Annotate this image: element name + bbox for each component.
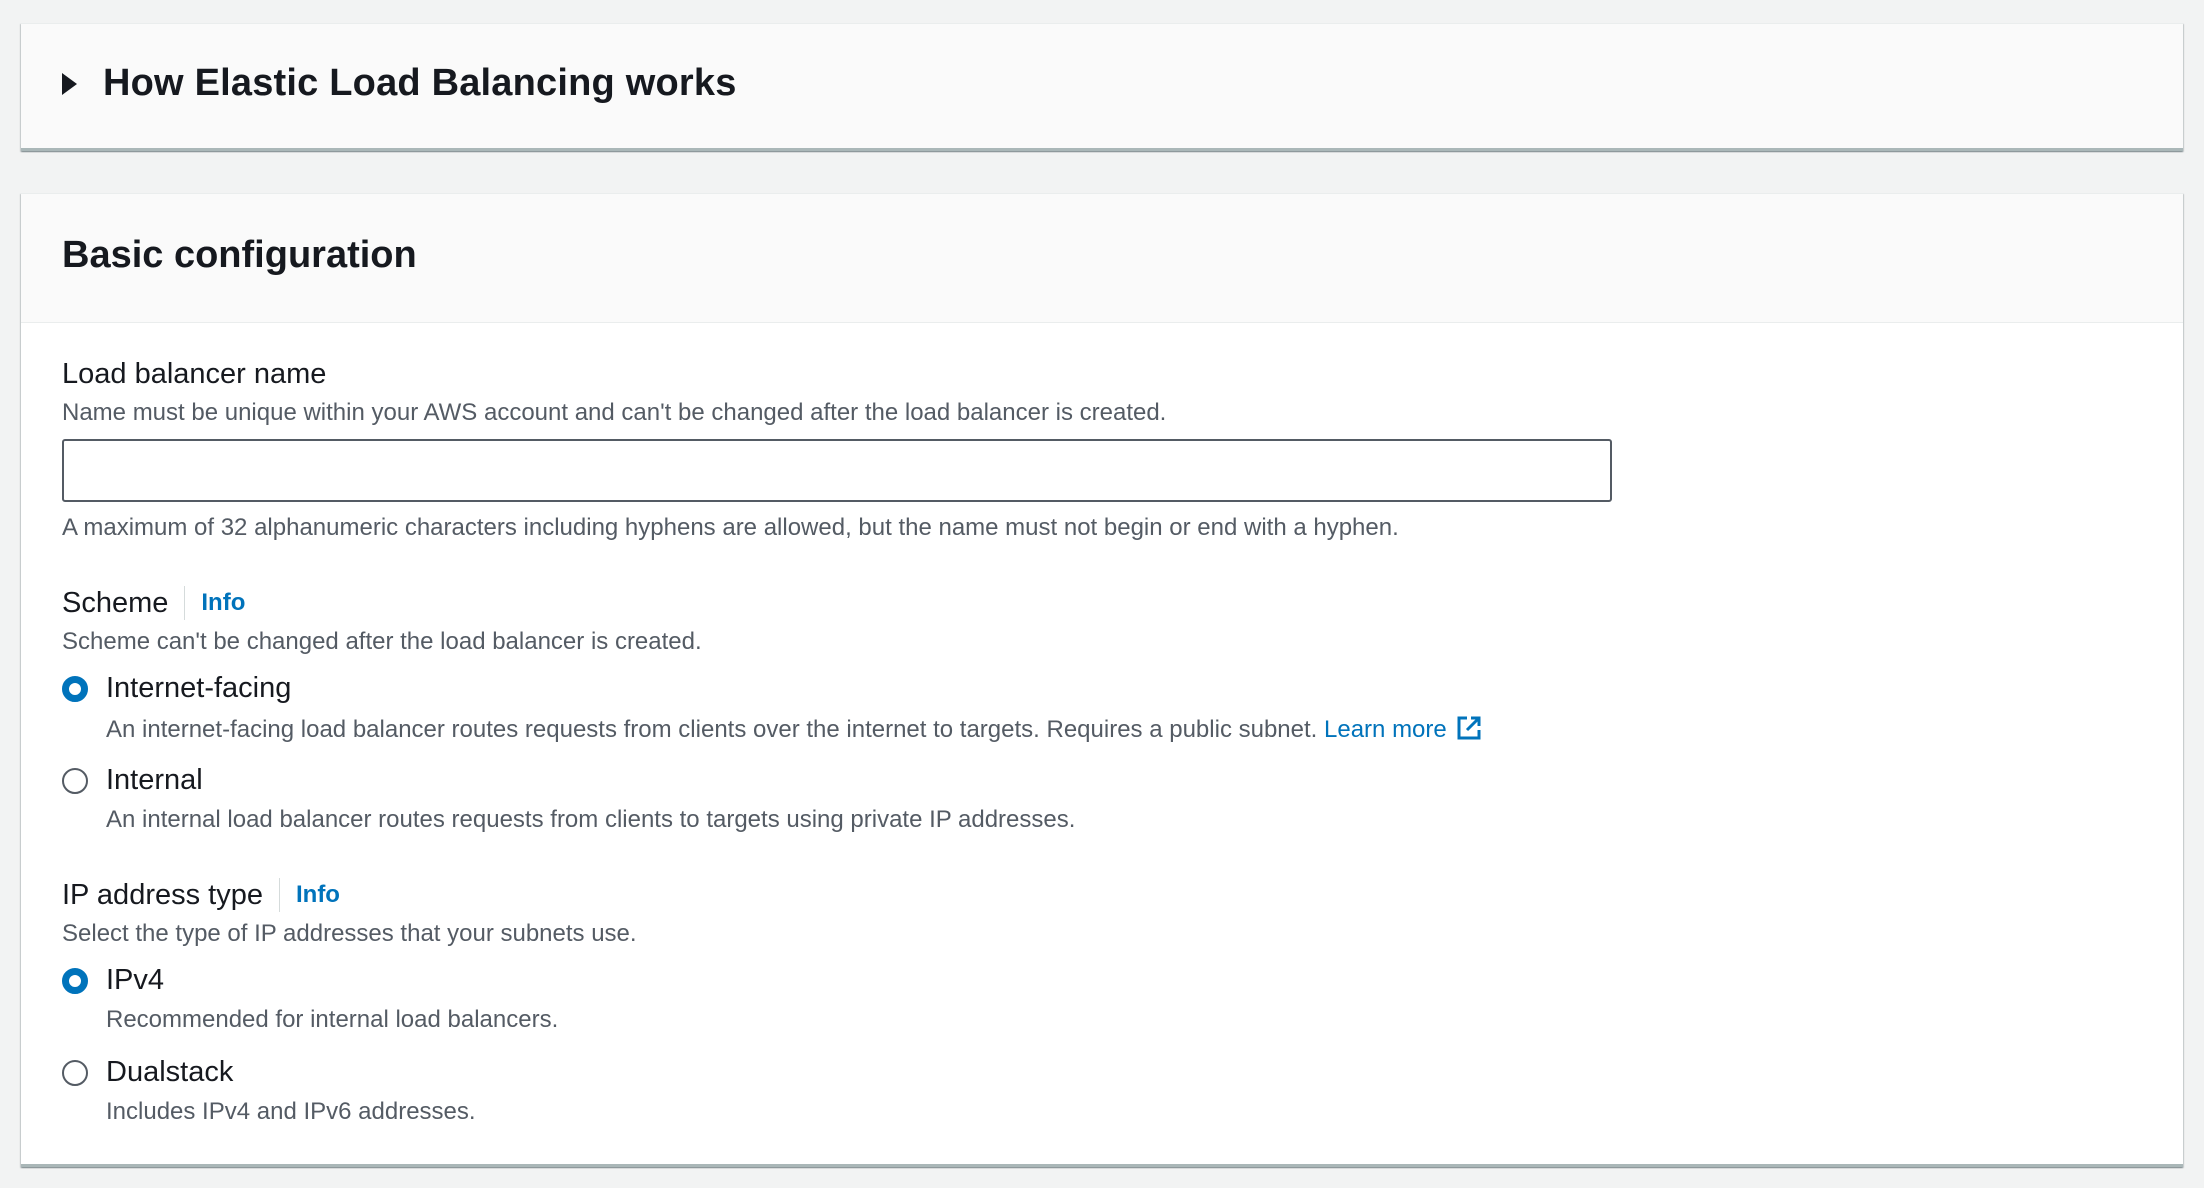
ip-type-info-link[interactable]: Info	[296, 881, 340, 909]
internet-facing-description-text: An internet-facing load balancer routes …	[106, 716, 1318, 743]
ip-type-label: IP address type	[62, 878, 263, 911]
load-balancer-name-input[interactable]	[62, 439, 1612, 502]
ipv4-label: IPv4	[106, 964, 165, 996]
load-balancer-name-description: Name must be unique within your AWS acco…	[62, 399, 1167, 426]
scheme-label: Scheme	[62, 586, 169, 619]
radio-internal[interactable]	[62, 767, 88, 794]
basic-configuration-title: Basic configuration	[62, 234, 417, 276]
basic-configuration-header: Basic configuration	[21, 194, 2183, 323]
how-it-works-expander[interactable]: How Elastic Load Balancing works	[62, 62, 737, 105]
how-it-works-panel: How Elastic Load Balancing works	[21, 23, 2183, 151]
scheme-option-internal[interactable]: Internal	[62, 764, 203, 797]
how-it-works-title: How Elastic Load Balancing works	[103, 62, 737, 104]
learn-more-label: Learn more	[1324, 716, 1447, 743]
dualstack-description: Includes IPv4 and IPv6 addresses.	[106, 1098, 476, 1125]
learn-more-link[interactable]: Learn more	[1324, 716, 1483, 743]
scheme-description: Scheme can't be changed after the load b…	[62, 628, 702, 655]
label-separator	[278, 878, 280, 912]
caret-right-icon	[62, 72, 77, 95]
radio-ipv4[interactable]	[62, 967, 88, 994]
radio-internet-facing[interactable]	[62, 675, 88, 702]
ip-type-label-row: IP address type Info	[62, 878, 340, 912]
dualstack-label: Dualstack	[106, 1056, 234, 1088]
basic-configuration-panel: Basic configuration Load balancer name N…	[21, 193, 2183, 1167]
internet-facing-description: An internet-facing load balancer routes …	[106, 714, 1483, 744]
radio-dualstack[interactable]	[62, 1059, 88, 1086]
load-balancer-name-constraint: A maximum of 32 alphanumeric characters …	[62, 514, 1399, 541]
label-separator	[184, 586, 186, 620]
ipv4-description: Recommended for internal load balancers.	[106, 1006, 559, 1033]
external-link-icon	[1457, 716, 1481, 740]
internal-description: An internal load balancer routes request…	[106, 806, 1076, 833]
scheme-info-link[interactable]: Info	[201, 589, 245, 617]
scheme-option-internet-facing[interactable]: Internet-facing	[62, 672, 291, 705]
load-balancer-name-label: Load balancer name	[62, 358, 327, 390]
ip-type-option-dualstack[interactable]: Dualstack	[62, 1056, 233, 1089]
scheme-label-row: Scheme Info	[62, 586, 245, 620]
ip-type-option-ipv4[interactable]: IPv4	[62, 964, 164, 997]
ip-type-description: Select the type of IP addresses that you…	[62, 920, 637, 947]
internal-label: Internal	[106, 764, 203, 796]
internet-facing-label: Internet-facing	[106, 672, 292, 704]
